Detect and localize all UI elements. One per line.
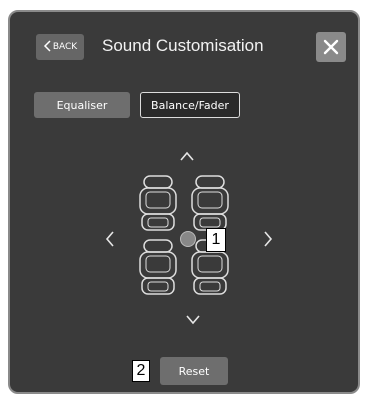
fader-down-button[interactable] — [185, 314, 201, 326]
back-label: BACK — [52, 42, 78, 52]
seat-front-left-icon — [139, 175, 177, 231]
close-button[interactable] — [316, 32, 346, 62]
chevron-left-icon — [43, 39, 51, 55]
close-icon — [323, 39, 339, 55]
chevron-right-icon — [264, 231, 273, 247]
callout-2: 2 — [132, 360, 150, 382]
balance-fader-position-marker[interactable] — [180, 231, 196, 247]
seat-front-right-icon — [191, 175, 229, 231]
sound-customisation-screen: BACK Sound Customisation Equaliser Balan… — [8, 10, 360, 394]
page-title: Sound Customisation — [102, 36, 264, 55]
balance-left-button[interactable] — [104, 230, 116, 248]
fader-up-button[interactable] — [179, 150, 195, 162]
seat-rear-left-icon — [139, 239, 177, 295]
back-button[interactable]: BACK — [36, 34, 84, 60]
tab-equaliser[interactable]: Equaliser — [34, 92, 130, 118]
chevron-left-icon — [105, 231, 114, 247]
chevron-up-icon — [180, 151, 194, 161]
balance-right-button[interactable] — [262, 230, 274, 248]
chevron-down-icon — [186, 315, 200, 325]
reset-button[interactable]: Reset — [160, 357, 228, 385]
callout-1: 1 — [206, 228, 226, 252]
tab-balance-fader[interactable]: Balance/Fader — [140, 92, 240, 118]
